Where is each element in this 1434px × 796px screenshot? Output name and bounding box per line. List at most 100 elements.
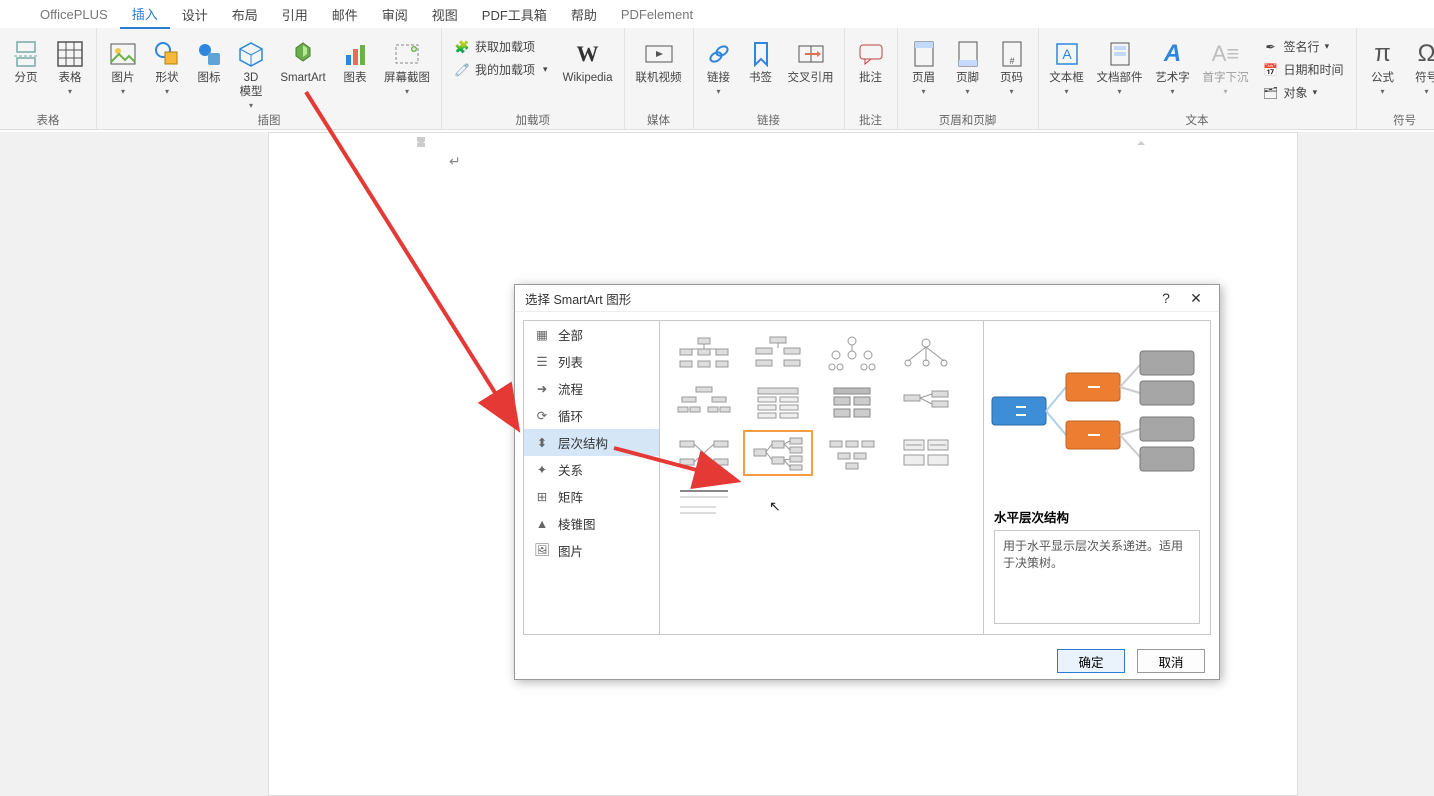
- footer-button[interactable]: 页脚▾: [948, 32, 988, 110]
- header-button[interactable]: 页眉▾: [904, 32, 944, 110]
- symbol-button[interactable]: Ω 符号▾: [1407, 32, 1434, 110]
- video-icon: [644, 42, 674, 66]
- group-headerfooter: 页眉▾ 页脚▾ # 页码▾ 页眉和页脚: [898, 28, 1039, 129]
- icons-button[interactable]: 图标: [191, 32, 227, 110]
- preview-title: 水平层次结构: [984, 501, 1210, 530]
- comment-button[interactable]: 批注: [851, 32, 891, 110]
- chart-icon: [342, 41, 368, 67]
- table-button[interactable]: 表格 ▾: [50, 32, 90, 110]
- layout-thumb[interactable]: [670, 381, 738, 425]
- cycle-icon: ⟳: [534, 408, 550, 424]
- dialog-titlebar[interactable]: 选择 SmartArt 图形 ? ✕: [515, 285, 1219, 312]
- process-icon: ➜: [534, 381, 550, 397]
- ruler-indent-left-icon: [409, 137, 437, 147]
- layout-thumb[interactable]: [744, 331, 812, 375]
- layout-thumb[interactable]: [818, 331, 886, 375]
- ribbon: 分页 表格 ▾ 表格 图片 ▾ 形状 ▾ 图标: [0, 28, 1434, 130]
- layout-thumb[interactable]: [892, 431, 960, 475]
- wordart-button[interactable]: A 艺术字▾: [1151, 32, 1195, 110]
- layout-thumb[interactable]: [670, 481, 738, 525]
- smartart-button[interactable]: SmartArt: [275, 32, 331, 110]
- list-icon: ☰: [534, 354, 550, 370]
- page-number-button[interactable]: # 页码▾: [992, 32, 1032, 110]
- ribbon-tabs: OfficePLUS 插入 设计 布局 引用 邮件 审阅 视图 PDF工具箱 帮…: [0, 0, 1434, 28]
- quickparts-button[interactable]: 文档部件▾: [1093, 32, 1147, 110]
- tab-view[interactable]: 视图: [420, 1, 470, 28]
- omega-icon: Ω: [1418, 40, 1434, 68]
- close-button[interactable]: ✕: [1181, 285, 1211, 311]
- dropcap-button[interactable]: A≡ 首字下沉▾: [1199, 32, 1253, 110]
- relationship-icon: ✦: [534, 462, 550, 478]
- table-icon: [56, 40, 84, 68]
- signature-icon: ✒: [1263, 39, 1279, 55]
- layout-thumb-selected[interactable]: [744, 431, 812, 475]
- help-button[interactable]: ?: [1151, 285, 1181, 311]
- wikipedia-icon: W: [577, 36, 599, 72]
- cat-all[interactable]: ▦全部: [524, 321, 659, 348]
- cat-hierarchy[interactable]: ⬍层次结构: [524, 429, 659, 456]
- cat-list[interactable]: ☰列表: [524, 348, 659, 375]
- page-break-icon: [14, 40, 38, 68]
- group-links: 链接 ▾ 书签 交叉引用 链接: [694, 28, 845, 129]
- tab-review[interactable]: 审阅: [370, 1, 420, 28]
- footer-icon: [957, 40, 979, 68]
- tab-layout[interactable]: 布局: [220, 1, 270, 28]
- crossref-icon: [797, 42, 825, 66]
- equation-button[interactable]: π 公式▾: [1363, 32, 1403, 110]
- cat-relationship[interactable]: ✦关系: [524, 456, 659, 483]
- 3d-model-button[interactable]: 3D 模型 ▾: [231, 32, 271, 110]
- picture-icon: [109, 42, 137, 66]
- cat-picture[interactable]: 🖼图片: [524, 537, 659, 564]
- layout-thumb[interactable]: [670, 331, 738, 375]
- preview-pane-wrap: 水平层次结构 用于水平显示层次关系递进。适用于决策树。: [984, 321, 1210, 634]
- layout-thumb[interactable]: [818, 431, 886, 475]
- tab-pdftoolbox[interactable]: PDF工具箱: [470, 1, 559, 28]
- page-break-button[interactable]: 分页: [6, 32, 46, 110]
- textbox-button[interactable]: A 文本框▾: [1045, 32, 1089, 110]
- link-button[interactable]: 链接 ▾: [700, 32, 738, 110]
- layout-thumb[interactable]: [670, 431, 738, 475]
- my-addins-button[interactable]: 🧷 我的加载项▾: [448, 59, 554, 80]
- tab-mailings[interactable]: 邮件: [320, 1, 370, 28]
- layout-thumb[interactable]: [892, 331, 960, 375]
- cancel-button[interactable]: 取消: [1137, 649, 1205, 673]
- tab-references[interactable]: 引用: [270, 1, 320, 28]
- header-icon: [913, 40, 935, 68]
- chart-button[interactable]: 图表: [335, 32, 375, 110]
- object-button[interactable]: 🗂对象 ▾: [1257, 82, 1350, 103]
- link-icon: [706, 41, 732, 67]
- cat-cycle[interactable]: ⟳循环: [524, 402, 659, 429]
- layout-thumb[interactable]: [744, 381, 812, 425]
- cat-process[interactable]: ➜流程: [524, 375, 659, 402]
- datetime-button[interactable]: 📅日期和时间: [1257, 59, 1350, 80]
- layout-thumb[interactable]: [892, 381, 960, 425]
- store-icon: 🧩: [454, 39, 470, 55]
- ruler-indent-right-icon: [1129, 137, 1157, 147]
- cat-matrix[interactable]: ⊞矩阵: [524, 483, 659, 510]
- screenshot-button[interactable]: 屏幕截图 ▾: [379, 32, 435, 110]
- tab-design[interactable]: 设计: [170, 1, 220, 28]
- bookmark-button[interactable]: 书签: [742, 32, 780, 110]
- shapes-button[interactable]: 形状 ▾: [147, 32, 187, 110]
- ok-button[interactable]: 确定: [1057, 649, 1125, 673]
- signature-button[interactable]: ✒签名行 ▾: [1257, 36, 1350, 57]
- tab-insert[interactable]: 插入: [120, 0, 170, 29]
- layout-thumb[interactable]: [818, 381, 886, 425]
- object-icon: 🗂: [1263, 85, 1279, 101]
- preview-description: 用于水平显示层次关系递进。适用于决策树。: [994, 530, 1200, 624]
- crossref-button[interactable]: 交叉引用: [784, 32, 838, 110]
- matrix-icon: ⊞: [534, 489, 550, 505]
- preview-pane: [984, 321, 1210, 501]
- tab-pdfelement[interactable]: PDFelement: [609, 3, 705, 26]
- tab-help[interactable]: 帮助: [559, 1, 609, 28]
- cat-pyramid[interactable]: ▲棱锥图: [524, 510, 659, 537]
- svg-text:#: #: [1009, 56, 1014, 66]
- tab-officeplus[interactable]: OfficePLUS: [28, 3, 120, 26]
- wikipedia-button[interactable]: W Wikipedia: [558, 32, 618, 110]
- dialog-title: 选择 SmartArt 图形: [525, 289, 631, 308]
- get-addins-button[interactable]: 🧩 获取加载项: [448, 36, 554, 57]
- hierarchy-icon: ⬍: [534, 435, 550, 451]
- online-video-button[interactable]: 联机视频: [631, 32, 687, 110]
- pictures-button[interactable]: 图片 ▾: [103, 32, 143, 110]
- smartart-icon: [288, 41, 318, 67]
